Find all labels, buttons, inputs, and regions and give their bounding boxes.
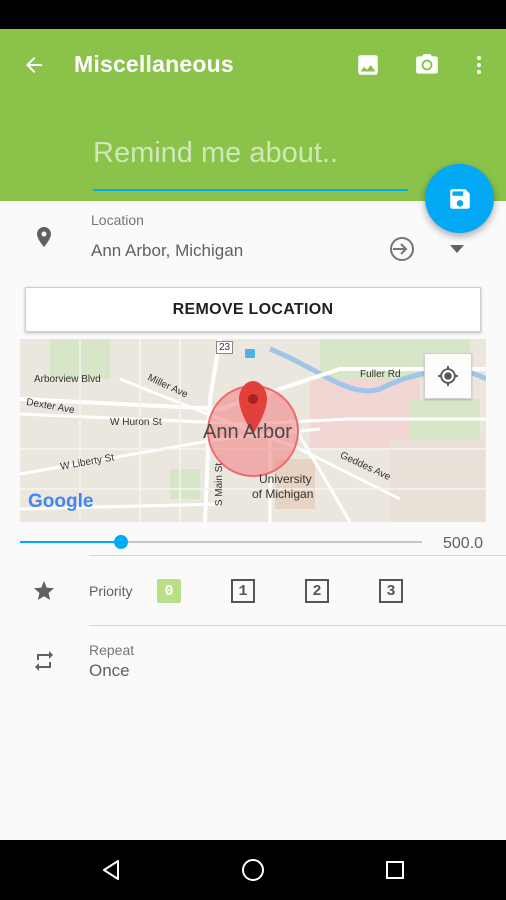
priority-label: Priority xyxy=(89,583,133,599)
divider xyxy=(89,555,506,556)
radius-slider-fill xyxy=(20,541,121,543)
screen: Miscellaneous Location Ann Arbor, Michig… xyxy=(0,0,506,900)
repeat-label: Repeat xyxy=(89,642,135,658)
highway-shield: 23 xyxy=(216,341,234,354)
dropdown-arrow-icon[interactable] xyxy=(439,231,475,267)
app-bar: Miscellaneous xyxy=(0,29,506,201)
radius-slider-thumb[interactable] xyxy=(113,535,128,549)
place-icon xyxy=(26,219,62,255)
priority-option-2[interactable]: 2 xyxy=(305,579,329,603)
status-bar xyxy=(0,0,506,29)
remove-location-button[interactable]: REMOVE LOCATION xyxy=(25,287,481,332)
arrow-back-icon[interactable] xyxy=(16,47,52,83)
navigation-bar xyxy=(0,840,506,900)
radius-value: 500.0 xyxy=(443,535,484,552)
map-label: of Michigan xyxy=(252,487,314,501)
star-icon xyxy=(26,573,62,609)
location-label: Location xyxy=(91,212,144,228)
more-vert-icon[interactable] xyxy=(461,47,497,83)
home-circle-icon[interactable] xyxy=(235,852,271,888)
map-view[interactable]: Ann Arbor Arborview Blvd Miller Ave Dext… xyxy=(20,339,486,522)
page-title: Miscellaneous xyxy=(74,51,234,77)
save-icon xyxy=(449,188,470,209)
save-button[interactable] xyxy=(425,164,494,233)
map-label: S Main St xyxy=(214,462,226,507)
my-location-button[interactable] xyxy=(424,353,472,399)
priority-option-0[interactable]: 0 xyxy=(157,579,181,603)
image-icon[interactable] xyxy=(350,47,386,83)
location-value[interactable]: Ann Arbor, Michigan xyxy=(91,241,243,261)
my-location-icon xyxy=(437,365,459,387)
priority-option-3[interactable]: 3 xyxy=(379,579,403,603)
radius-slider[interactable] xyxy=(20,535,422,549)
map-label: University xyxy=(259,472,312,486)
priority-option-1[interactable]: 1 xyxy=(231,579,255,603)
map-label-ann-arbor: Ann Arbor xyxy=(203,421,292,443)
camera-icon[interactable] xyxy=(409,47,445,83)
reminder-title-input[interactable] xyxy=(93,129,408,191)
recents-square-icon[interactable] xyxy=(377,852,413,888)
repeat-icon xyxy=(26,643,62,679)
divider xyxy=(89,625,506,626)
back-triangle-icon[interactable] xyxy=(93,852,129,888)
repeat-value[interactable]: Once xyxy=(89,661,130,681)
map-label: W Huron St xyxy=(110,417,162,428)
enter-icon[interactable] xyxy=(384,231,420,267)
transit-icon xyxy=(245,349,255,358)
map-label: Fuller Rd xyxy=(360,369,401,380)
google-logo: Google xyxy=(28,491,94,512)
map-label: Arborview Blvd xyxy=(34,374,101,385)
